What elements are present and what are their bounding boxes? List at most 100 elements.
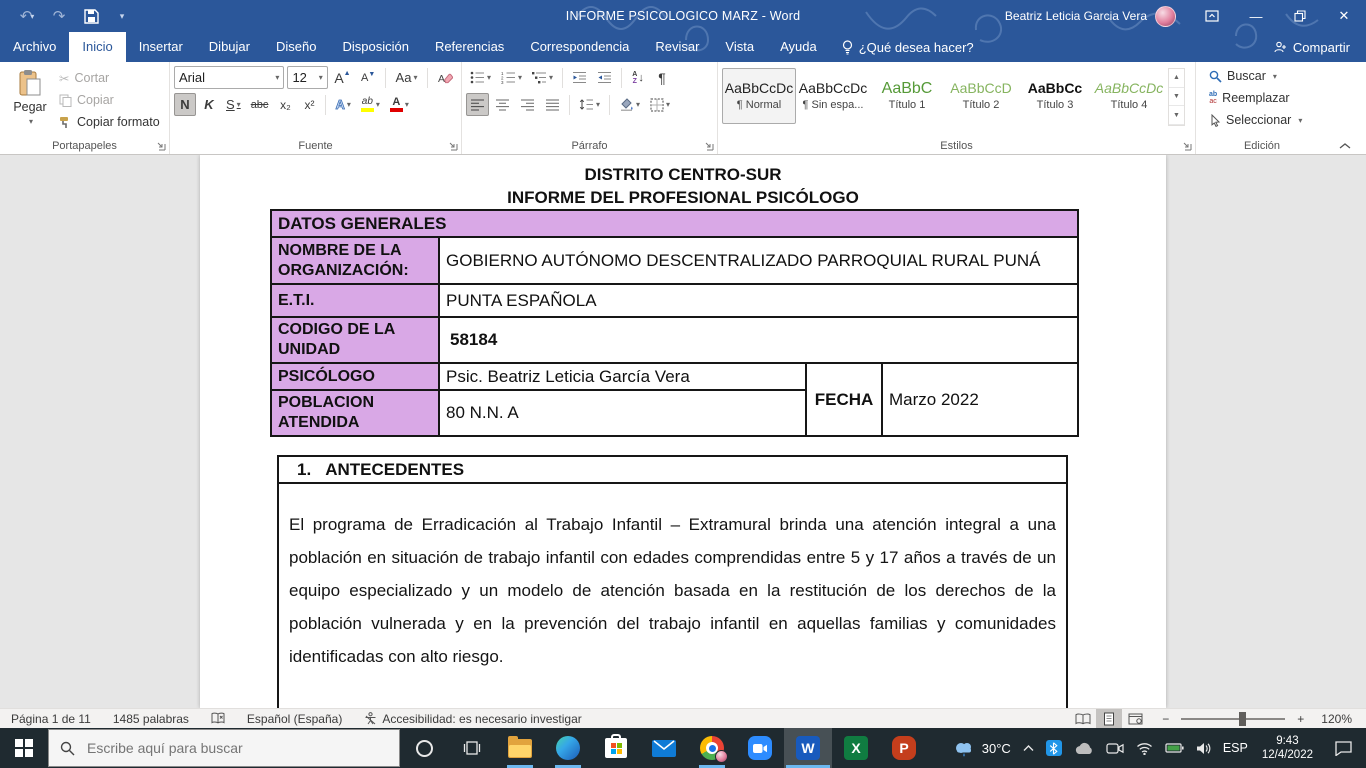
sort-button[interactable]: AZ↓ xyxy=(627,66,649,89)
paragraph[interactable]: El programa de Erradicación al Trabajo I… xyxy=(289,508,1056,673)
close-button[interactable]: ✕ xyxy=(1322,0,1366,32)
styles-gallery-expand-icon[interactable]: ▼ xyxy=(1169,106,1184,125)
fecha-label-cell[interactable]: FECHA xyxy=(806,363,882,436)
strikethrough-button[interactable]: abc xyxy=(247,93,273,116)
taskbar-search-input[interactable] xyxy=(48,729,400,767)
hidden-icons-button[interactable] xyxy=(1017,728,1040,768)
font-dialog-launcher-icon[interactable] xyxy=(448,141,458,151)
antecedentes-section[interactable]: 1. ANTECEDENTES El programa de Erradicac… xyxy=(277,455,1068,708)
zoom-slider-thumb[interactable] xyxy=(1239,712,1246,726)
cortana-button[interactable] xyxy=(400,728,448,768)
tab-diseno[interactable]: Diseño xyxy=(263,32,329,62)
action-center-button[interactable] xyxy=(1321,728,1366,768)
bold-button[interactable]: N xyxy=(174,93,196,116)
clipboard-dialog-launcher-icon[interactable] xyxy=(156,141,166,151)
clock[interactable]: 9:43 12/4/2022 xyxy=(1254,734,1321,762)
meet-now-button[interactable] xyxy=(1100,728,1130,768)
input-language-button[interactable]: ESP xyxy=(1217,728,1254,768)
cut-button[interactable]: ✂ Cortar xyxy=(56,67,163,89)
read-mode-button[interactable] xyxy=(1070,709,1096,729)
accessibility-status[interactable]: Accesibilidad: es necesario investigar xyxy=(353,709,592,729)
clear-formatting-button[interactable]: A xyxy=(434,66,457,89)
row-label-cell[interactable]: E.T.I. xyxy=(271,284,439,317)
battery-button[interactable] xyxy=(1159,728,1190,768)
tab-correspondencia[interactable]: Correspondencia xyxy=(517,32,642,62)
justify-button[interactable] xyxy=(541,93,564,116)
paste-button[interactable]: Pegar ▾ xyxy=(4,65,56,137)
share-button[interactable]: Compartir xyxy=(1258,32,1366,62)
customize-qat-icon[interactable]: ▾ xyxy=(110,3,136,29)
row-value-cell[interactable]: 80 N.N. A xyxy=(439,390,806,436)
fecha-value-cell[interactable]: Marzo 2022 xyxy=(882,363,1078,436)
table-header-cell[interactable]: DATOS GENERALES xyxy=(271,210,1078,237)
line-spacing-button[interactable]: ▾ xyxy=(575,93,604,116)
grow-font-button[interactable]: A▲ xyxy=(331,66,354,89)
tab-disposicion[interactable]: Disposición xyxy=(329,32,421,62)
page-indicator[interactable]: Página 1 de 11 xyxy=(0,709,102,729)
zoom-slider[interactable] xyxy=(1181,718,1285,720)
style-titulo-3[interactable]: AaBbCcTítulo 3 xyxy=(1018,68,1092,124)
styles-scroll-up-icon[interactable]: ▲ xyxy=(1169,69,1184,88)
bluetooth-button[interactable] xyxy=(1040,728,1068,768)
row-label-cell[interactable]: NOMBRE DE LA ORGANIZACIÓN: xyxy=(271,237,439,284)
format-painter-button[interactable]: Copiar formato xyxy=(56,111,163,133)
style-titulo-2[interactable]: AaBbCcDTítulo 2 xyxy=(944,68,1018,124)
web-layout-button[interactable] xyxy=(1122,709,1148,729)
onedrive-button[interactable] xyxy=(1068,728,1100,768)
network-button[interactable] xyxy=(1130,728,1159,768)
tab-referencias[interactable]: Referencias xyxy=(422,32,517,62)
zoom-out-button[interactable]: − xyxy=(1148,709,1173,729)
tab-vista[interactable]: Vista xyxy=(712,32,767,62)
align-right-button[interactable] xyxy=(516,93,539,116)
microsoft-store-button[interactable] xyxy=(592,728,640,768)
replace-button[interactable]: abac Reemplazar xyxy=(1206,87,1324,109)
multilevel-list-button[interactable]: ▾ xyxy=(528,66,557,89)
datos-generales-table[interactable]: DATOS GENERALES NOMBRE DE LA ORGANIZACIÓ… xyxy=(270,209,1079,437)
underline-button[interactable]: S▾ xyxy=(222,93,245,116)
font-size-combo[interactable]: 12▾ xyxy=(287,66,327,89)
chrome-button[interactable] xyxy=(688,728,736,768)
numbering-button[interactable]: 123▾ xyxy=(497,66,526,89)
antecedentes-body[interactable]: El programa de Erradicación al Trabajo I… xyxy=(279,508,1066,708)
row-value-cell[interactable]: Psic. Beatriz Leticia García Vera xyxy=(439,363,806,390)
print-layout-button[interactable] xyxy=(1096,709,1122,729)
tab-inicio[interactable]: Inicio xyxy=(69,32,125,62)
row-value-cell[interactable]: GOBIERNO AUTÓNOMO DESCENTRALIZADO PARROQ… xyxy=(439,237,1078,284)
row-label-cell[interactable]: PSICÓLOGO xyxy=(271,363,439,390)
row-value-cell[interactable]: 58184 xyxy=(439,317,1078,363)
highlight-color-button[interactable]: ab▾ xyxy=(357,93,384,116)
zoom-in-button[interactable]: + xyxy=(1293,709,1310,729)
tab-ayuda[interactable]: Ayuda xyxy=(767,32,830,62)
style-normal[interactable]: AaBbCcDc¶ Normal xyxy=(722,68,796,124)
word-count[interactable]: 1485 palabras xyxy=(102,709,200,729)
language-indicator[interactable]: Español (España) xyxy=(236,709,353,729)
font-color-button[interactable]: A▾ xyxy=(386,93,413,116)
font-name-combo[interactable]: Arial▾ xyxy=(174,66,284,89)
zoom-level[interactable]: 120% xyxy=(1310,709,1366,729)
row-value-cell[interactable]: PUNTA ESPAÑOLA xyxy=(439,284,1078,317)
antecedentes-heading[interactable]: 1. ANTECEDENTES xyxy=(279,457,1066,484)
tell-me-box[interactable]: ¿Qué desea hacer? xyxy=(830,32,986,62)
bullets-button[interactable]: ▾ xyxy=(466,66,495,89)
shading-button[interactable]: ▾ xyxy=(615,93,644,116)
weather-widget[interactable]: 30°C xyxy=(946,728,1017,768)
mail-button[interactable] xyxy=(640,728,688,768)
task-view-button[interactable] xyxy=(448,728,496,768)
excel-button[interactable]: X xyxy=(832,728,880,768)
row-label-cell[interactable]: CODIGO DE LA UNIDAD xyxy=(271,317,439,363)
zoom-app-button[interactable] xyxy=(736,728,784,768)
find-button[interactable]: Buscar ▾ xyxy=(1206,65,1324,87)
volume-button[interactable] xyxy=(1190,728,1217,768)
restore-button[interactable] xyxy=(1278,0,1322,32)
document-page[interactable]: DISTRITO CENTRO-SUR INFORME DEL PROFESIO… xyxy=(200,155,1166,708)
superscript-button[interactable]: x² xyxy=(298,93,320,116)
show-marks-button[interactable]: ¶ xyxy=(651,66,673,89)
style-titulo-4[interactable]: AaBbCcDcTítulo 4 xyxy=(1092,68,1166,124)
tab-dibujar[interactable]: Dibujar xyxy=(196,32,263,62)
text-effects-button[interactable]: A▾ xyxy=(331,93,354,116)
row-label-cell[interactable]: POBLACION ATENDIDA xyxy=(271,390,439,436)
style-titulo-1[interactable]: AaBbCTítulo 1 xyxy=(870,68,944,124)
decrease-indent-button[interactable] xyxy=(568,66,591,89)
align-center-button[interactable] xyxy=(491,93,514,116)
select-button[interactable]: Seleccionar ▾ xyxy=(1206,109,1324,131)
